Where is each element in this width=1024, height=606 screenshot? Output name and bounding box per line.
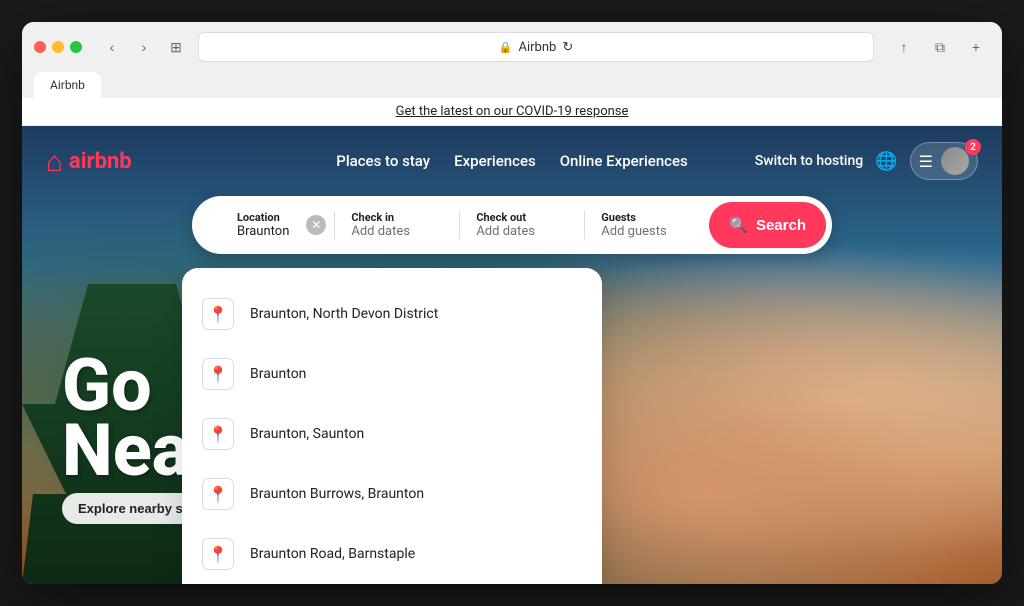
nav-buttons: ‹ › ⊞ — [98, 35, 190, 59]
dropdown-item-label-0: Braunton, North Devon District — [250, 306, 438, 322]
location-pin-icon-1: 📍 — [202, 358, 234, 390]
search-bar: Location Braunton ✕ Check in Add dates — [192, 196, 832, 254]
dropdown-item-label-3: Braunton Burrows, Braunton — [250, 486, 424, 502]
checkout-field[interactable]: Check out Add dates — [460, 203, 584, 247]
dropdown-item-1[interactable]: 📍 Braunton — [182, 344, 602, 404]
tab-title: Airbnb — [50, 78, 85, 92]
search-bar-container: Location Braunton ✕ Check in Add dates — [192, 196, 832, 254]
share-button[interactable]: ↑ — [890, 35, 918, 59]
reload-icon: ↻ — [562, 40, 573, 55]
guests-field[interactable]: Guests Add guests — [585, 203, 709, 247]
browser-window: ‹ › ⊞ 🔒 Airbnb ↻ ↑ ⧉ + Airbnb Get th — [22, 22, 1002, 584]
checkout-label: Check out — [476, 211, 568, 224]
nav-link-online[interactable]: Online Experiences — [560, 152, 688, 170]
user-menu-button[interactable]: ☰ 2 — [910, 142, 978, 180]
avatar — [941, 147, 969, 175]
checkin-placeholder: Add dates — [351, 224, 443, 239]
forward-button[interactable]: › — [130, 35, 158, 59]
checkin-label: Check in — [351, 211, 443, 224]
traffic-lights — [34, 41, 82, 53]
page-content: Get the latest on our COVID-19 response … — [22, 98, 1002, 584]
dropdown-item-label-4: Braunton Road, Barnstaple — [250, 546, 415, 562]
hero-title-line2: Nea — [62, 419, 190, 484]
dropdown-item-3[interactable]: 📍 Braunton Burrows, Braunton — [182, 464, 602, 524]
clear-location-button[interactable]: ✕ — [306, 215, 326, 235]
close-button[interactable] — [34, 41, 46, 53]
guests-placeholder: Add guests — [601, 224, 693, 239]
dropdown-item-4[interactable]: 📍 Braunton Road, Barnstaple — [182, 524, 602, 584]
browser-controls: ‹ › ⊞ 🔒 Airbnb ↻ ↑ ⧉ + — [34, 32, 990, 62]
location-pin-icon-3: 📍 — [202, 478, 234, 510]
dropdown-item-2[interactable]: 📍 Braunton, Saunton — [182, 404, 602, 464]
lock-icon: 🔒 — [499, 41, 513, 54]
location-field[interactable]: Location Braunton ✕ — [192, 195, 334, 255]
dropdown-item-label-1: Braunton — [250, 366, 306, 382]
search-icon: 🔍 — [729, 216, 748, 234]
location-dropdown: 📍 Braunton, North Devon District 📍 Braun… — [182, 268, 602, 584]
notification-badge: 2 — [965, 139, 981, 155]
covid-link[interactable]: Get the latest on our COVID-19 response — [396, 104, 629, 119]
nav-right: Switch to hosting 🌐 ☰ 2 — [755, 142, 978, 180]
location-value: Braunton — [237, 224, 289, 239]
covid-banner: Get the latest on our COVID-19 response — [22, 98, 1002, 126]
nav-link-experiences[interactable]: Experiences — [454, 152, 536, 170]
address-text: Airbnb — [518, 40, 556, 55]
toolbar-right: ↑ ⧉ + — [890, 35, 990, 59]
search-button[interactable]: 🔍 Search — [709, 202, 826, 248]
hero-section: Go Nea Explore nearby stays ⌂ airbnb Pla… — [22, 126, 1002, 584]
minimize-button[interactable] — [52, 41, 64, 53]
nav-link-places[interactable]: Places to stay — [336, 152, 430, 170]
airbnb-logo-text: airbnb — [69, 149, 132, 174]
airbnb-logo[interactable]: ⌂ airbnb — [46, 145, 132, 178]
airbnb-navbar: ⌂ airbnb Places to stay Experiences Onli… — [22, 126, 1002, 196]
location-pin-icon-0: 📍 — [202, 298, 234, 330]
hero-title: Go Nea — [62, 354, 190, 484]
dropdown-item-label-2: Braunton, Saunton — [250, 426, 364, 442]
checkout-placeholder: Add dates — [476, 224, 568, 239]
browser-chrome: ‹ › ⊞ 🔒 Airbnb ↻ ↑ ⧉ + Airbnb — [22, 22, 1002, 98]
language-button[interactable]: 🌐 — [875, 151, 897, 172]
address-bar[interactable]: 🔒 Airbnb ↻ — [198, 32, 874, 62]
dropdown-item-0[interactable]: 📍 Braunton, North Devon District — [182, 284, 602, 344]
new-tab-button[interactable]: + — [962, 35, 990, 59]
hamburger-icon: ☰ — [919, 152, 933, 171]
back-button[interactable]: ‹ — [98, 35, 126, 59]
browser-tab-bar: Airbnb — [34, 70, 990, 98]
location-label: Location — [237, 211, 289, 224]
location-pin-icon-2: 📍 — [202, 418, 234, 450]
checkin-field[interactable]: Check in Add dates — [335, 203, 459, 247]
browser-tab[interactable]: Airbnb — [34, 72, 101, 98]
nav-links: Places to stay Experiences Online Experi… — [336, 152, 688, 170]
tabs-button[interactable]: ⧉ — [926, 35, 954, 59]
reader-button[interactable]: ⊞ — [162, 35, 190, 59]
location-pin-icon-4: 📍 — [202, 538, 234, 570]
airbnb-logo-icon: ⌂ — [46, 145, 63, 178]
maximize-button[interactable] — [70, 41, 82, 53]
switch-hosting-button[interactable]: Switch to hosting — [755, 153, 863, 169]
guests-label: Guests — [601, 211, 693, 224]
search-button-label: Search — [756, 217, 806, 234]
